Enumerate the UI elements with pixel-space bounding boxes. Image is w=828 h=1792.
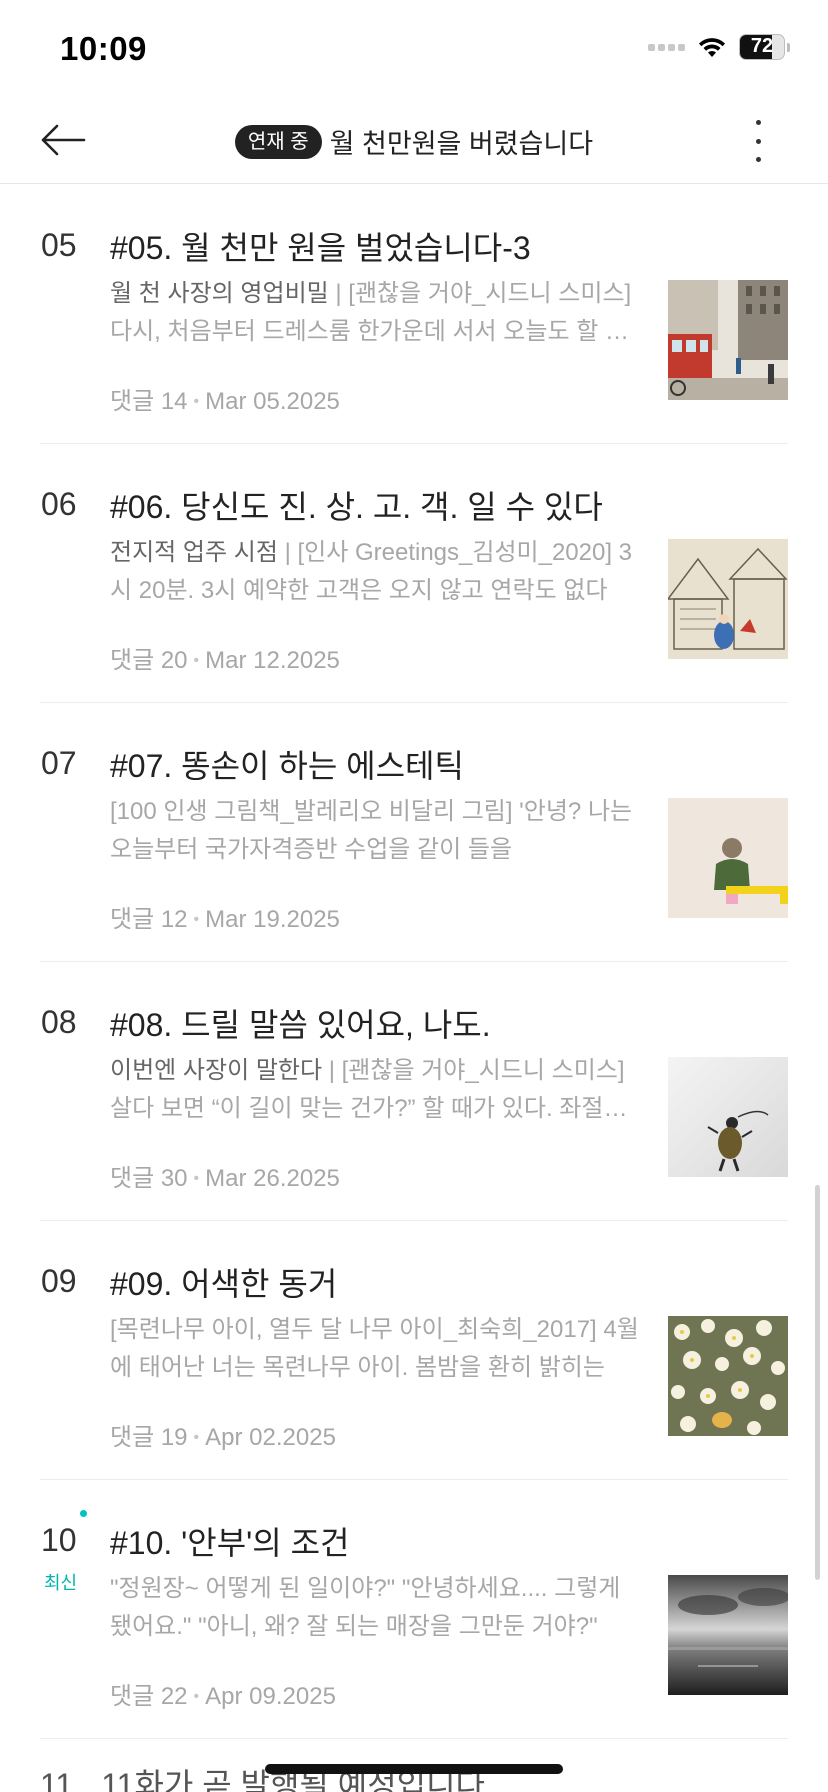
episode-item-08[interactable]: 08 #08. 드릴 말씀 있어요, 나도. 이번엔 사장이 말한다 | [괜찮… bbox=[40, 962, 788, 1221]
episode-thumbnail bbox=[668, 280, 788, 400]
episode-list: 05 #05. 월 천만 원을 벌었습니다-3 월 천 사장의 영업비밀 | [… bbox=[0, 185, 828, 1739]
episode-description: [100 인생 그림책_발레리오 비달리 그림] '안녕? 나는 오늘부터 국가… bbox=[110, 793, 642, 869]
latest-label: 최신 bbox=[44, 1573, 78, 1593]
publish-date: Mar 12.2025 bbox=[205, 647, 340, 674]
episode-description: 이번엔 사장이 말한다 | [괜찮을 거야_시드니 스미스] 살다 보면 “이 … bbox=[110, 1052, 642, 1128]
episode-thumbnail bbox=[668, 1316, 788, 1436]
episode-excerpt: "정원장~ 어떻게 된 일이야?" "안녕하세요.... 그렇게 됐어요." "… bbox=[110, 1575, 621, 1640]
comment-count: 댓글 19 bbox=[110, 1424, 188, 1451]
comment-count: 댓글 14 bbox=[110, 388, 188, 415]
header-title-group: 연재 중 월 천만원을 버렸습니다 bbox=[0, 122, 828, 161]
episode-title: #08. 드릴 말씀 있어요, 나도. bbox=[110, 1007, 491, 1043]
comment-count: 댓글 20 bbox=[110, 647, 188, 674]
comment-count: 댓글 12 bbox=[110, 906, 188, 933]
episode-description: [목련나무 아이, 열두 달 나무 아이_최숙희_2017] 4월에 태어난 너… bbox=[110, 1311, 642, 1387]
episode-number: 09 bbox=[41, 1263, 77, 1299]
episode-item-10[interactable]: 10 최신 #10. '안부'의 조건 "정원장~ 어떻게 된 일이야?" "안… bbox=[40, 1480, 788, 1739]
status-bar: 10:09 72 bbox=[0, 0, 828, 96]
signal-icon bbox=[648, 43, 685, 51]
episode-number: 06 bbox=[41, 486, 77, 522]
episode-title: #10. '안부'의 조건 bbox=[110, 1525, 350, 1561]
episode-title: #09. 어색한 동거 bbox=[110, 1266, 338, 1302]
publish-date: Mar 19.2025 bbox=[205, 906, 340, 933]
publish-date: Mar 26.2025 bbox=[205, 1165, 340, 1192]
episode-description: "정원장~ 어떻게 된 일이야?" "안녕하세요.... 그렇게 됐어요." "… bbox=[110, 1570, 642, 1646]
new-indicator-dot bbox=[80, 1510, 87, 1517]
episode-number: 05 bbox=[41, 227, 77, 263]
episode-subtitle: 전지적 업주 시점 bbox=[110, 539, 278, 566]
publish-date: Mar 05.2025 bbox=[205, 388, 340, 415]
episode-description: 월 천 사장의 영업비밀 | [괜찮을 거야_시드니 스미스] 다시, 처음부터… bbox=[110, 275, 642, 351]
publish-date: Apr 09.2025 bbox=[205, 1683, 336, 1710]
serial-status-badge: 연재 중 bbox=[234, 124, 322, 159]
comment-count: 댓글 30 bbox=[110, 1165, 188, 1192]
status-time: 10:09 bbox=[60, 30, 147, 67]
scrollbar[interactable] bbox=[815, 1185, 820, 1580]
episode-description: 전지적 업주 시점 | [인사 Greetings_김성미_2020] 3시 2… bbox=[110, 534, 642, 610]
episode-meta: 댓글 19 • Apr 02.2025 bbox=[110, 1424, 336, 1451]
episode-meta: 댓글 20 • Mar 12.2025 bbox=[110, 647, 340, 674]
episode-thumbnail bbox=[668, 798, 788, 918]
episode-item-07[interactable]: 07 #07. 똥손이 하는 에스테틱 [100 인생 그림책_발레리오 비달리… bbox=[40, 703, 788, 962]
comment-count: 댓글 22 bbox=[110, 1683, 188, 1710]
episode-title: #07. 똥손이 하는 에스테틱 bbox=[110, 748, 464, 784]
top-nav-bar: 연재 중 월 천만원을 버렸습니다 bbox=[0, 96, 828, 184]
episode-item-06[interactable]: 06 #06. 당신도 진. 상. 고. 객. 일 수 있다 전지적 업주 시점… bbox=[40, 444, 788, 703]
battery-icon: 72 bbox=[739, 34, 785, 60]
episode-item-05[interactable]: 05 #05. 월 천만 원을 벌었습니다-3 월 천 사장의 영업비밀 | [… bbox=[40, 185, 788, 444]
page-title: 월 천만원을 버렸습니다 bbox=[329, 129, 594, 159]
episode-thumbnail bbox=[668, 539, 788, 659]
episode-excerpt: [100 인생 그림책_발레리오 비달리 그림] '안녕? 나는 오늘부터 국가… bbox=[110, 798, 633, 863]
status-icons: 72 bbox=[648, 34, 790, 60]
episode-item-09[interactable]: 09 #09. 어색한 동거 [목련나무 아이, 열두 달 나무 아이_최숙희_… bbox=[40, 1221, 788, 1480]
episode-excerpt: [목련나무 아이, 열두 달 나무 아이_최숙희_2017] 4월에 태어난 너… bbox=[110, 1316, 639, 1381]
episode-meta: 댓글 30 • Mar 26.2025 bbox=[110, 1165, 340, 1192]
episode-subtitle: 이번엔 사장이 말한다 bbox=[110, 1057, 323, 1084]
episode-thumbnail bbox=[668, 1575, 788, 1695]
episode-number: 08 bbox=[41, 1004, 77, 1040]
episode-meta: 댓글 14 • Mar 05.2025 bbox=[110, 388, 340, 415]
episode-subtitle: 월 천 사장의 영업비밀 bbox=[110, 280, 329, 307]
episode-title: #06. 당신도 진. 상. 고. 객. 일 수 있다 bbox=[110, 489, 603, 525]
episode-number: 10 bbox=[41, 1522, 77, 1558]
publish-date: Apr 02.2025 bbox=[205, 1424, 336, 1451]
episode-number: 11 bbox=[40, 1767, 74, 1792]
episode-title: #05. 월 천만 원을 벌었습니다-3 bbox=[110, 230, 531, 266]
episode-meta: 댓글 12 • Mar 19.2025 bbox=[110, 906, 340, 933]
more-vertical-icon bbox=[755, 120, 761, 125]
battery-cap bbox=[787, 42, 790, 52]
episode-meta: 댓글 22 • Apr 09.2025 bbox=[110, 1683, 336, 1710]
more-options-button[interactable] bbox=[748, 120, 768, 162]
episode-thumbnail bbox=[668, 1057, 788, 1177]
wifi-icon bbox=[699, 38, 725, 57]
episode-number: 07 bbox=[41, 745, 77, 781]
battery-level: 72 bbox=[750, 35, 774, 57]
home-indicator[interactable] bbox=[265, 1764, 563, 1774]
